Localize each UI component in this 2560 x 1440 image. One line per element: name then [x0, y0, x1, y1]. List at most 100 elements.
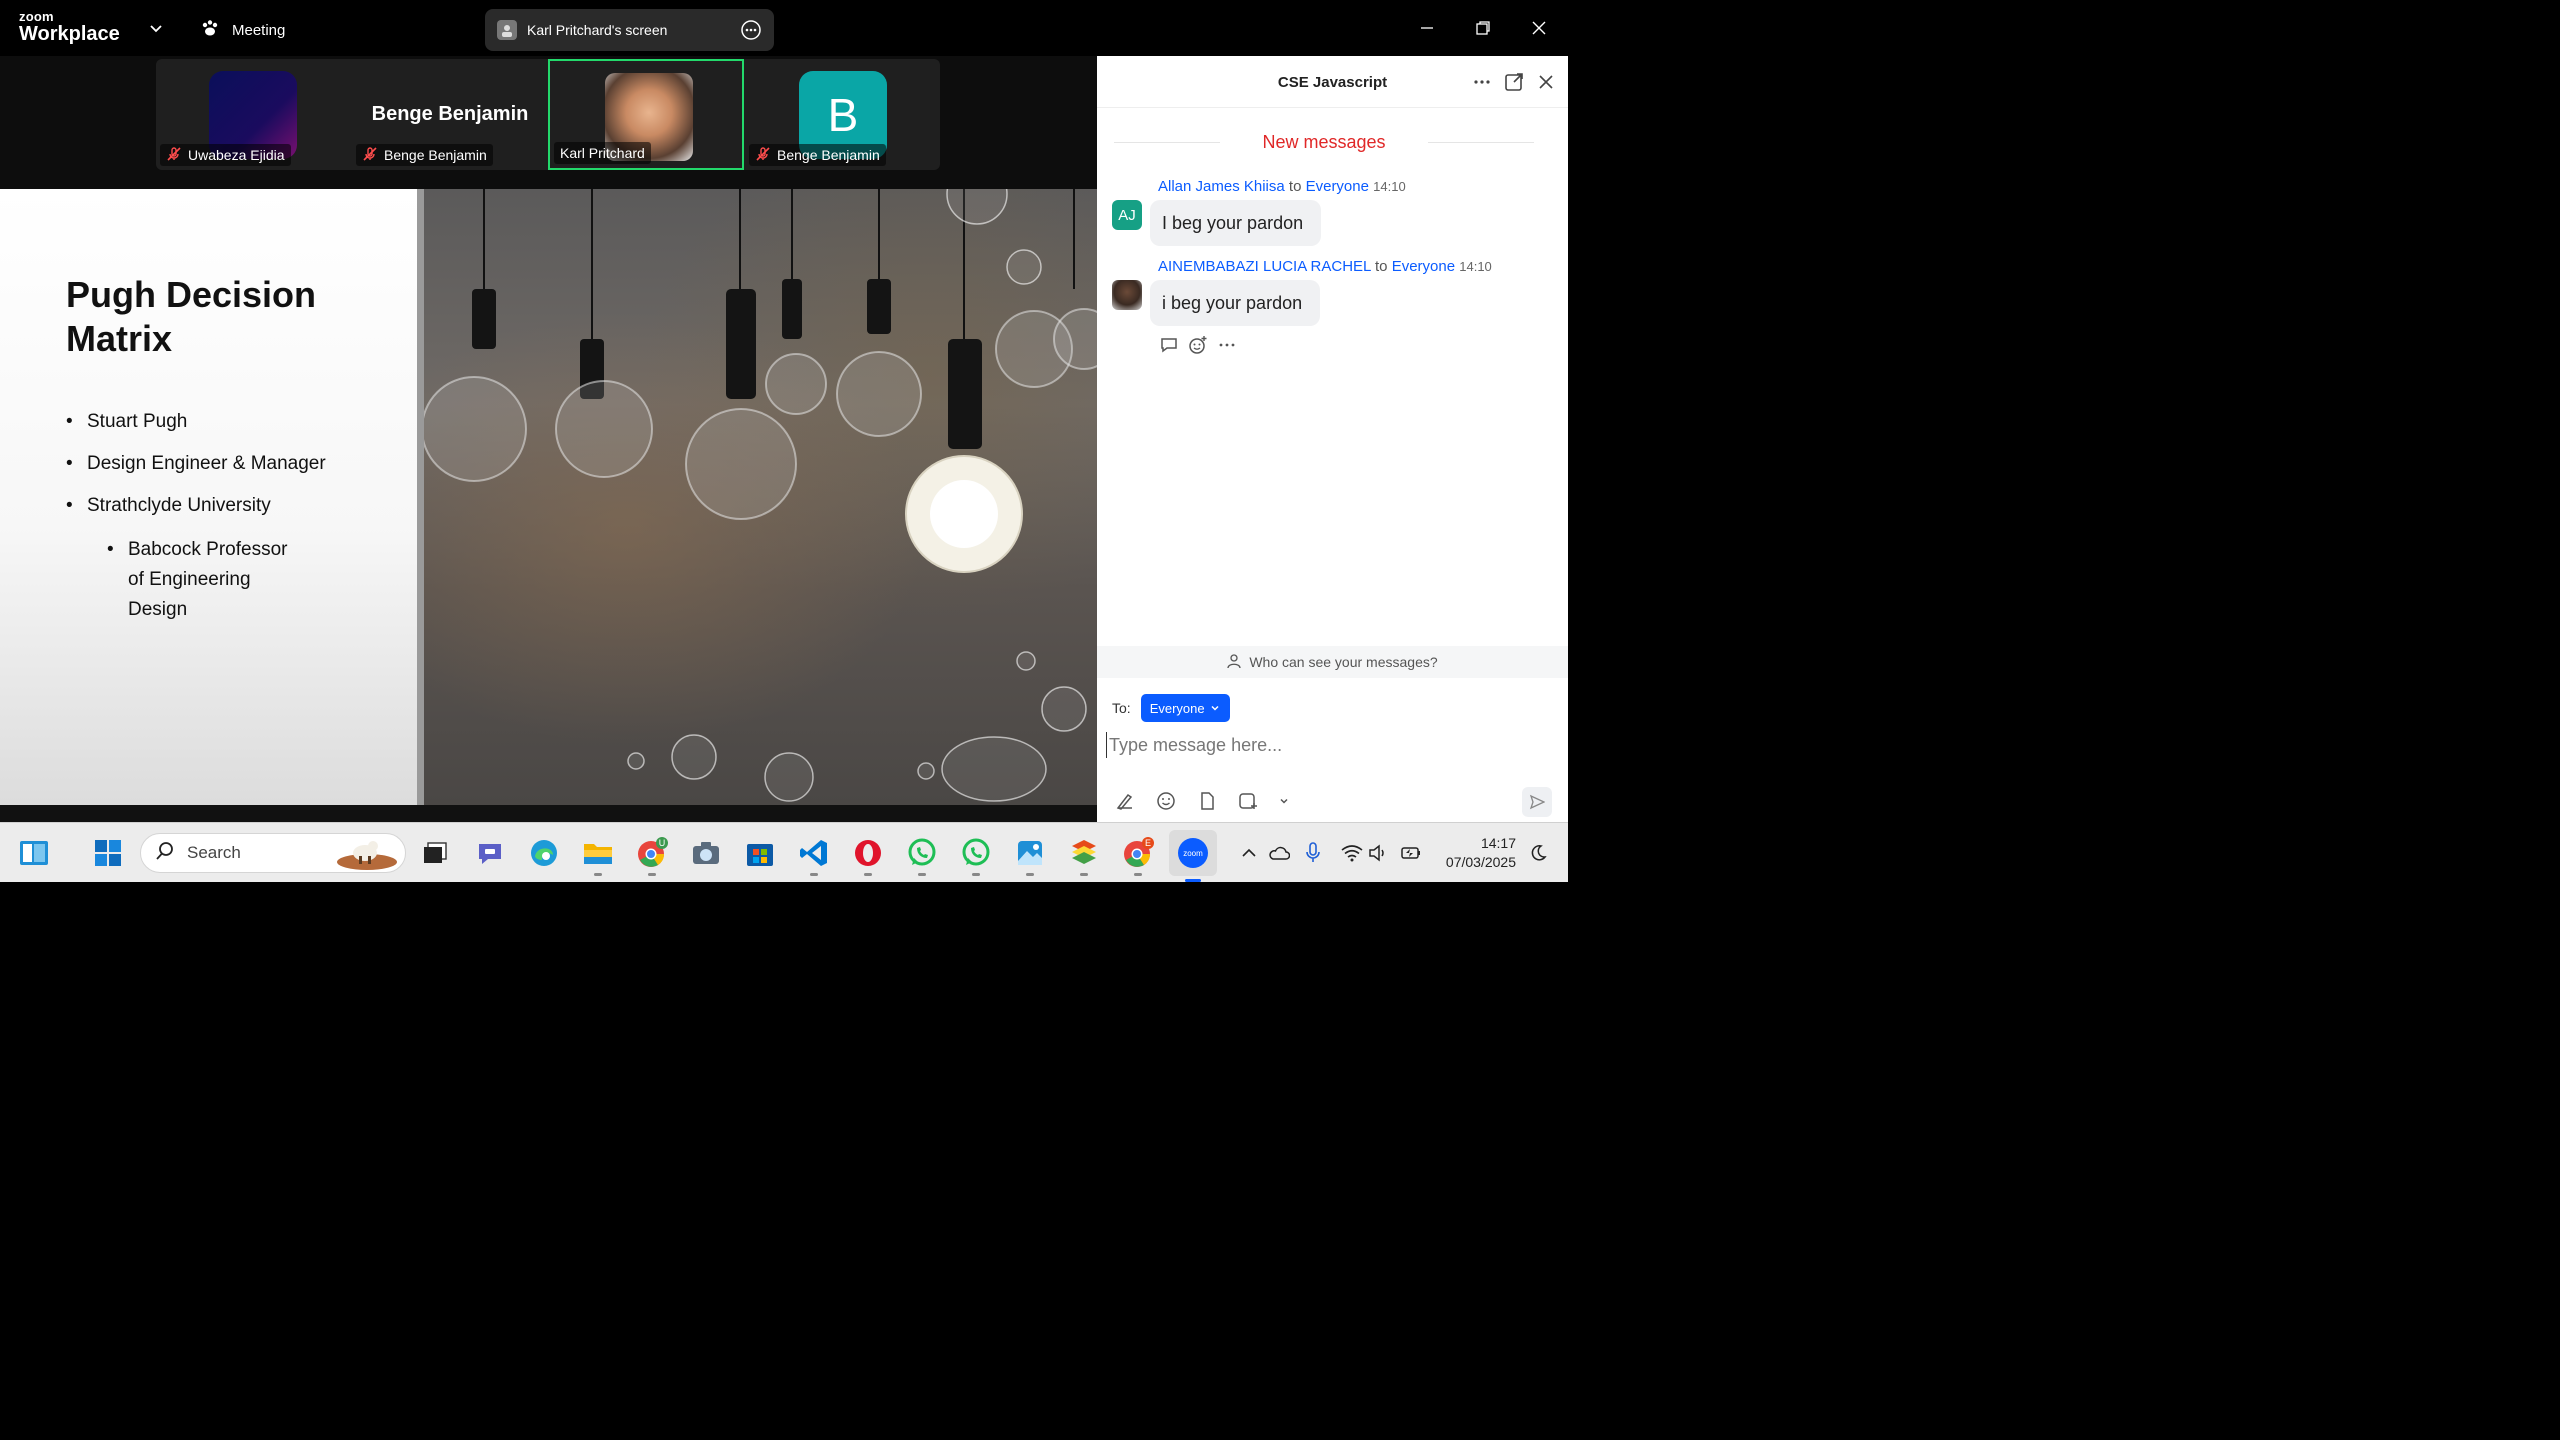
- teams-chat-icon[interactable]: [473, 836, 507, 870]
- microsoft-store-icon[interactable]: [743, 836, 777, 870]
- whatsapp-icon[interactable]: [905, 836, 939, 876]
- chat-message[interactable]: AINEMBABAZI LUCIA RACHEL to Everyone 14:…: [1112, 258, 1552, 328]
- sender-avatar[interactable]: AJ: [1112, 200, 1142, 230]
- battery-charging-icon[interactable]: [1398, 841, 1422, 865]
- hanging-bulbs-illustration: [421, 189, 1097, 802]
- close-chat-icon[interactable]: [1536, 72, 1556, 92]
- chat-title: CSE Javascript: [1277, 74, 1388, 91]
- slide-bullet: Strathclyde University: [66, 493, 326, 535]
- task-view-icon[interactable]: [418, 836, 452, 870]
- onedrive-cloud-icon[interactable]: [1267, 841, 1291, 865]
- minimize-icon[interactable]: [1413, 14, 1441, 42]
- bluestacks-icon[interactable]: [1067, 836, 1101, 876]
- photos-icon[interactable]: [1013, 836, 1047, 876]
- search-icon: [155, 841, 175, 866]
- participant-name: Benge Benjamin: [777, 147, 880, 163]
- message-actions: [1159, 335, 1237, 355]
- participant-tile-active-speaker[interactable]: Karl Pritchard: [548, 59, 744, 170]
- message-header: AINEMBABAZI LUCIA RACHEL to Everyone 14:…: [1158, 258, 1492, 275]
- widgets-icon[interactable]: [17, 836, 51, 870]
- participant-name-tag: Uwabeza Ejidia: [160, 144, 291, 166]
- share-label: Karl Pritchard's screen: [527, 22, 668, 38]
- chrome-badge-text: E: [1145, 838, 1151, 848]
- sender-avatar-photo[interactable]: [1112, 280, 1142, 310]
- paw-icon: [200, 18, 220, 42]
- chevron-down-icon[interactable]: [148, 20, 164, 36]
- meeting-menu[interactable]: Meeting: [200, 18, 285, 42]
- message-recipient[interactable]: Everyone: [1392, 258, 1455, 275]
- emoji-icon[interactable]: [1155, 790, 1177, 812]
- do-not-disturb-moon-icon[interactable]: [1526, 841, 1550, 865]
- message-bubble: I beg your pardon: [1150, 200, 1322, 246]
- chrome-profile-e-icon[interactable]: E: [1121, 836, 1155, 876]
- wifi-icon[interactable]: [1340, 841, 1364, 865]
- chrome-badge-text: U: [659, 838, 666, 848]
- message-sender[interactable]: AINEMBABAZI LUCIA RACHEL: [1158, 258, 1371, 275]
- running-indicator: [1026, 873, 1034, 876]
- logo-zoom-text: zoom: [19, 9, 54, 24]
- close-icon[interactable]: [1525, 14, 1553, 42]
- clock-time: 14:17: [1480, 835, 1516, 851]
- restore-icon[interactable]: [1469, 14, 1497, 42]
- recipient-row: To: Everyone: [1112, 694, 1230, 722]
- message-recipient[interactable]: Everyone: [1306, 178, 1369, 195]
- running-indicator: [810, 873, 818, 876]
- chat-panel: CSE Javascript New messages Allan James …: [1097, 56, 1568, 822]
- participant-tile[interactable]: B Benge Benjamin: [745, 59, 941, 170]
- clock-date: 07/03/2025: [1445, 854, 1516, 870]
- chat-message[interactable]: Allan James Khiisa to Everyone 14:10 AJ …: [1112, 178, 1552, 248]
- light-bulbs-image: [421, 189, 1097, 805]
- screenshot-icon[interactable]: [1237, 790, 1259, 812]
- new-messages-divider: New messages: [1114, 131, 1535, 153]
- search-highlight-image: [335, 836, 399, 870]
- opera-browser-icon[interactable]: [851, 836, 885, 876]
- recipient-dropdown[interactable]: Everyone: [1140, 694, 1230, 722]
- file-explorer-icon[interactable]: [581, 836, 615, 876]
- participant-tile[interactable]: Benge Benjamin Benge Benjamin: [352, 59, 548, 170]
- add-reaction-icon[interactable]: [1188, 335, 1208, 355]
- taskbar-search-box[interactable]: Search: [140, 833, 406, 873]
- system-clock[interactable]: 14:17 07/03/2025: [1432, 834, 1516, 872]
- presenter-thumbnail: [497, 20, 517, 40]
- more-actions-icon[interactable]: [1217, 335, 1237, 355]
- to-label: To:: [1112, 700, 1131, 716]
- microphone-icon[interactable]: [1301, 841, 1325, 865]
- slide-text-panel: Pugh Decision Matrix Stuart Pugh Design …: [0, 189, 417, 805]
- message-sender[interactable]: Allan James Khiisa: [1158, 178, 1285, 195]
- running-indicator: [1080, 873, 1088, 876]
- send-icon[interactable]: [1522, 787, 1552, 817]
- compose-toolbar: [1114, 790, 1290, 812]
- start-windows-icon[interactable]: [91, 836, 125, 870]
- reply-icon[interactable]: [1159, 335, 1179, 355]
- mic-muted-icon: [166, 146, 182, 165]
- chevron-down-icon[interactable]: [1278, 790, 1290, 812]
- who-can-see-messages[interactable]: Who can see your messages?: [1097, 646, 1568, 678]
- windows-taskbar: Search U E zoom 14:17 07/03/2025: [0, 822, 1568, 882]
- file-icon[interactable]: [1196, 790, 1218, 812]
- more-options-icon[interactable]: [1472, 72, 1492, 92]
- person-lock-icon: [1227, 653, 1243, 672]
- camera-icon[interactable]: [689, 836, 723, 870]
- participant-tile[interactable]: Uwabeza Ejidia: [156, 59, 352, 170]
- whatsapp-icon-2[interactable]: [959, 836, 993, 876]
- screen-share-indicator[interactable]: Karl Pritchard's screen: [485, 9, 774, 51]
- recipient-value: Everyone: [1149, 700, 1205, 716]
- zoom-workplace-logo[interactable]: zoom Workplace: [19, 10, 120, 44]
- chrome-profile-u-icon[interactable]: U: [635, 836, 669, 876]
- chevron-up-icon[interactable]: [1237, 841, 1261, 865]
- zoom-icon-text: zoom: [1183, 849, 1203, 858]
- running-indicator: [918, 873, 926, 876]
- zoom-app-icon[interactable]: zoom: [1169, 830, 1217, 882]
- pop-out-icon[interactable]: [1504, 72, 1524, 92]
- volume-icon[interactable]: [1367, 841, 1391, 865]
- chat-message-input[interactable]: [1106, 732, 1526, 758]
- message-to: to: [1375, 258, 1388, 275]
- message-bubble: i beg your pardon: [1150, 280, 1321, 326]
- format-text-icon[interactable]: [1114, 790, 1136, 812]
- vscode-icon[interactable]: [797, 836, 831, 876]
- message-to: to: [1288, 178, 1302, 195]
- message-time: 14:10: [1373, 179, 1406, 194]
- more-options-icon[interactable]: [740, 19, 762, 41]
- edge-browser-icon[interactable]: [527, 836, 561, 870]
- divider-line: [1427, 141, 1535, 143]
